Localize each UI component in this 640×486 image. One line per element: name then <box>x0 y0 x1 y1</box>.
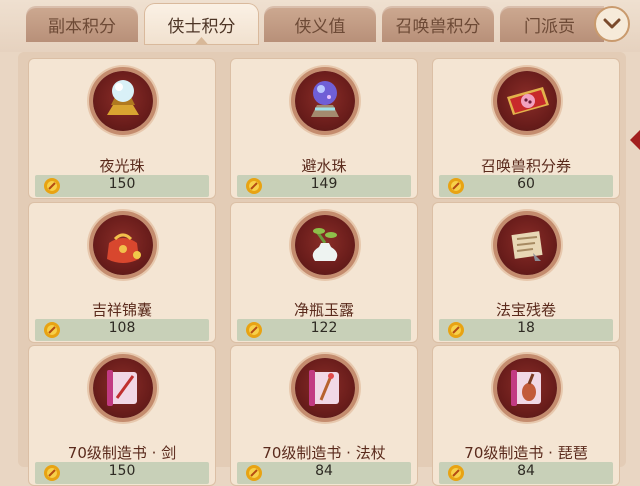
item-icon-frame <box>497 358 557 418</box>
shop-item-card[interactable]: 70级制造书 · 琵琶 84 <box>432 345 620 486</box>
item-name: 净瓶玉露 <box>293 301 354 319</box>
item-icon-frame <box>93 71 153 131</box>
tab-label: 侠义值 <box>294 16 346 37</box>
item-icon-frame <box>295 358 355 418</box>
shop-item-card[interactable]: 吉祥锦囊 108 <box>28 202 216 343</box>
item-price: 84 <box>315 463 333 479</box>
water-orb-icon <box>311 81 339 117</box>
book-staff-icon <box>309 370 339 406</box>
price-bar: 60 <box>439 175 613 197</box>
tab-label: 副本积分 <box>48 16 116 37</box>
item-price: 149 <box>310 176 338 192</box>
price-bar: 84 <box>237 462 411 484</box>
scroll-fragment-icon <box>511 231 543 261</box>
item-name: 70级制造书 · 法杖 <box>262 444 386 462</box>
item-name: 吉祥锦囊 <box>91 301 152 319</box>
price-bar: 84 <box>439 462 613 484</box>
shop-item-card[interactable]: 召唤兽积分券 60 <box>432 58 620 199</box>
collapse-button[interactable] <box>594 6 630 42</box>
item-name: 避水珠 <box>301 157 347 175</box>
item-name: 70级制造书 · 剑 <box>67 444 177 462</box>
ticket-icon <box>507 87 549 115</box>
item-price: 84 <box>517 463 535 479</box>
item-icon-frame <box>295 215 355 275</box>
item-price: 18 <box>517 320 535 336</box>
item-icon-frame <box>93 215 153 275</box>
item-icon-frame <box>497 71 557 131</box>
book-pipa-icon <box>511 370 541 406</box>
tab-label: 门派贡 <box>524 16 575 37</box>
pearl-icon <box>107 80 139 115</box>
chevron-down-icon <box>603 18 621 29</box>
tab-hero-points[interactable]: 侠士积分 <box>145 4 258 44</box>
price-bar: 149 <box>237 175 411 197</box>
tab-label: 召唤兽积分 <box>395 16 481 37</box>
item-name: 70级制造书 · 琵琶 <box>464 444 588 462</box>
tab-bar: 副本积分 侠士积分 侠义值 召唤兽积分 门派贡 <box>0 0 640 52</box>
item-price: 108 <box>108 320 136 336</box>
tab-chivalry[interactable]: 侠义值 <box>264 6 376 42</box>
book-sword-icon <box>107 370 137 406</box>
item-price: 122 <box>310 320 338 336</box>
shop-item-card[interactable]: 避水珠 149 <box>230 58 418 199</box>
item-price: 60 <box>517 176 535 192</box>
item-icon-frame <box>497 215 557 275</box>
tab-summon-points[interactable]: 召唤兽积分 <box>382 6 494 42</box>
tab-dungeon-points[interactable]: 副本积分 <box>26 6 138 42</box>
vase-icon <box>312 228 338 261</box>
price-bar: 150 <box>35 175 209 197</box>
item-price: 150 <box>108 463 136 479</box>
side-tab-marker[interactable] <box>630 130 640 150</box>
item-name: 法宝残卷 <box>495 301 556 319</box>
item-name: 夜光珠 <box>99 157 145 175</box>
item-icon-frame <box>93 358 153 418</box>
price-bar: 150 <box>35 462 209 484</box>
shop-item-card[interactable]: 70级制造书 · 剑 150 <box>28 345 216 486</box>
price-bar: 108 <box>35 319 209 341</box>
item-price: 150 <box>108 176 136 192</box>
tab-sect-contribution[interactable]: 门派贡 <box>500 6 604 42</box>
price-bar: 122 <box>237 319 411 341</box>
item-icon-frame <box>295 71 355 131</box>
shop-item-card[interactable]: 夜光珠 150 <box>28 58 216 199</box>
shop-item-card[interactable]: 法宝残卷 18 <box>432 202 620 343</box>
item-name: 召唤兽积分券 <box>480 157 571 175</box>
tab-label: 侠士积分 <box>167 16 236 37</box>
shop-item-card[interactable]: 净瓶玉露 122 <box>230 202 418 343</box>
price-bar: 18 <box>439 319 613 341</box>
pouch-icon <box>107 233 141 263</box>
shop-item-card[interactable]: 70级制造书 · 法杖 84 <box>230 345 418 486</box>
